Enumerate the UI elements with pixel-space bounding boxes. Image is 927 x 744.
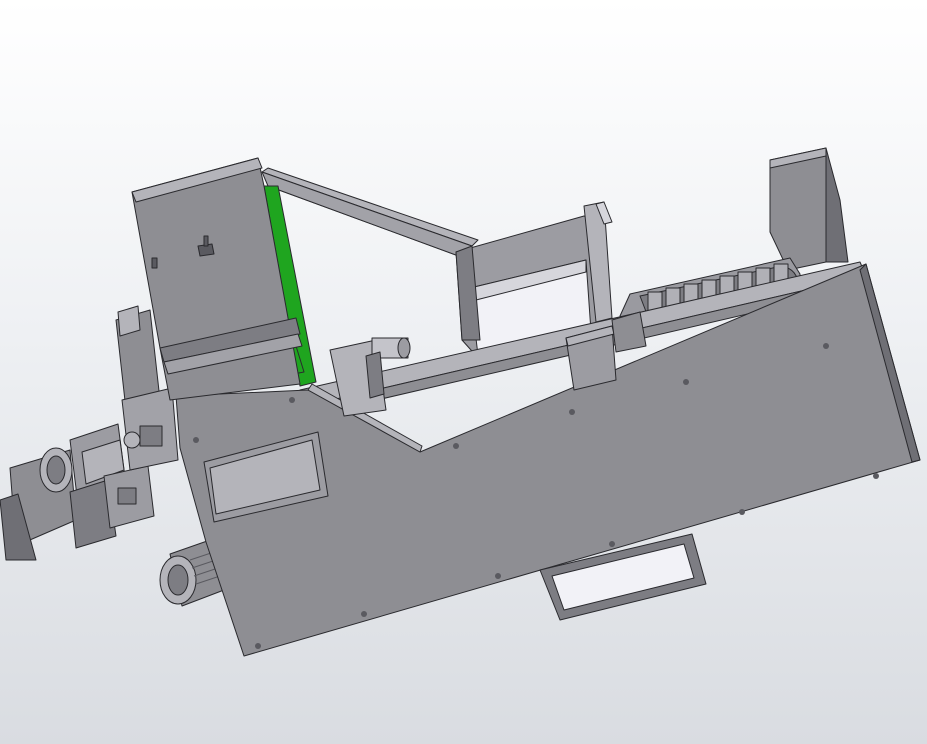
- cad-viewport[interactable]: [0, 0, 927, 744]
- cad-3d-model[interactable]: [0, 0, 927, 744]
- rear-tall-block: [769, 147, 849, 271]
- overhead-beam: [261, 167, 479, 259]
